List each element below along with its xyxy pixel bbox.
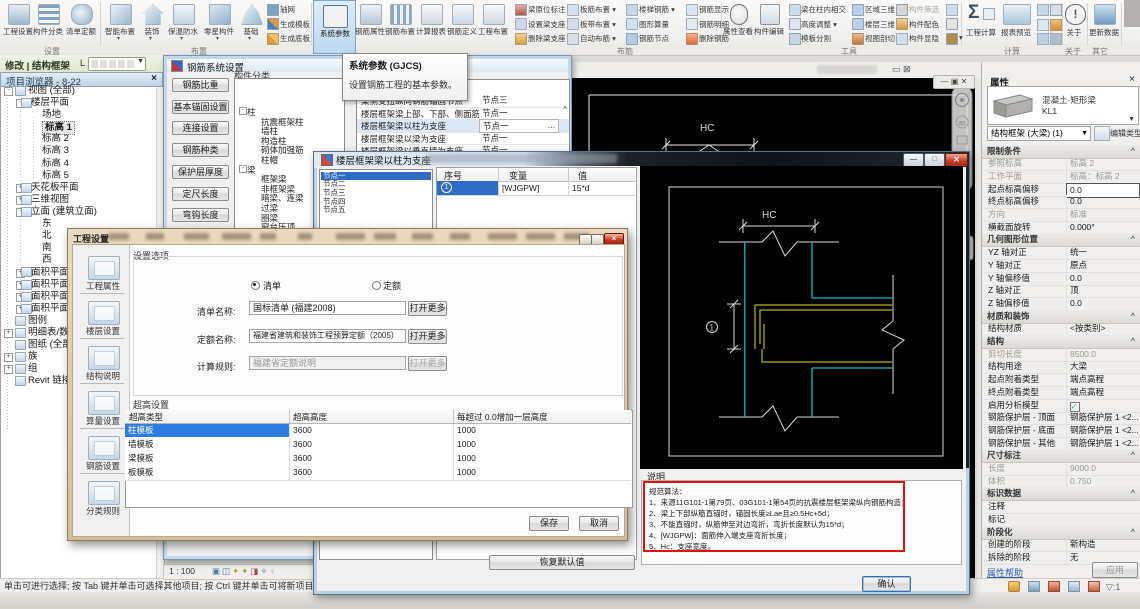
- svg-text:1: 1: [710, 324, 715, 333]
- svg-text:2D: 2D: [958, 121, 965, 127]
- svg-text:HC: HC: [700, 123, 714, 134]
- svg-text:HC: HC: [762, 210, 776, 221]
